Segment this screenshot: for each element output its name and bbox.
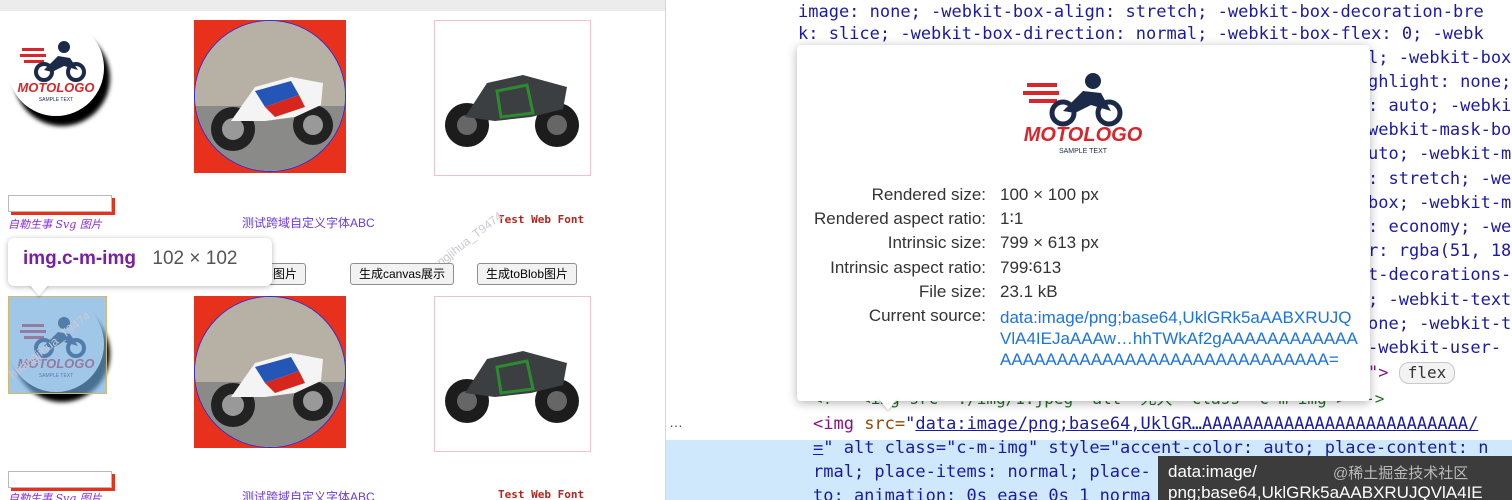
- toblob-image-button[interactable]: 生成toBlob图片: [477, 263, 578, 285]
- flex-badge[interactable]: flex: [1398, 362, 1456, 384]
- css-fragment-5: uto; -webkit-m: [1368, 144, 1512, 164]
- img-node-line-4: to; animation: 0s ease 0s 1 norma: [813, 486, 1151, 500]
- current-source-link[interactable]: data:image/png;base64,UklGRk5aAABXRUJQVl…: [1000, 307, 1360, 370]
- css-fragment-6: : stretch; -we: [1368, 169, 1512, 189]
- bike-red-image-2: [194, 296, 346, 448]
- inspector-tooltip: img.c-m-img 102 × 102: [8, 238, 272, 286]
- css-fragment-8: : economy; -we: [1368, 217, 1512, 237]
- tooltip-arrow: [29, 284, 49, 296]
- img-node-line-3: rmal; place-items: normal; place-: [813, 462, 1151, 482]
- site-watermark: @稀土掘金技术社区: [1333, 465, 1469, 482]
- page-top-bar: [0, 0, 665, 11]
- node-ellipsis-button[interactable]: …: [669, 414, 683, 430]
- img-node-line-1[interactable]: <img src="data:image/png;base64,UklGR…AA…: [813, 412, 1478, 436]
- svg-text-box: [8, 195, 112, 212]
- moto-logo-image: MOTOLOGO SAMPLE TEXT: [8, 20, 104, 116]
- signature-text: 自勒生事 Svg 图片: [8, 218, 102, 231]
- moto-logo-preview-icon: MOTOLOGO SAMPLE TEXT: [1023, 73, 1143, 155]
- img-src-link[interactable]: data:image/png;base64,UklGR…AAAAAAAAAAAA…: [915, 414, 1478, 434]
- sport-bike-icon: [195, 297, 345, 447]
- css-fragment-4: webkit-mask-bo: [1368, 120, 1512, 140]
- svg-text-box-2: [8, 471, 112, 488]
- page-preview: MOTOLOGO SAMPLE TEXT 自勒生事 Svg 图片 测试跨域自定义…: [0, 0, 665, 500]
- source-tooltip-line-2: png;base64,UklGRk5aAABXRUJQVlA4IE: [1168, 483, 1483, 500]
- css-fragment-9: r: rgba(51, 18: [1368, 241, 1512, 261]
- css-fragment-2: ghlight: none;: [1368, 72, 1512, 92]
- bike-black-image: [434, 20, 591, 176]
- svg-text:SAMPLE TEXT: SAMPLE TEXT: [39, 97, 73, 103]
- css-style-line-1: image: none; -webkit-box-align: stretch;…: [798, 2, 1484, 22]
- web-font-text: Test Web Font: [498, 213, 585, 226]
- css-fragment-10: t-decorations-: [1368, 265, 1512, 285]
- custom-font-caption: 测试跨域自定义字体ABC: [242, 216, 375, 230]
- css-fragment-13: -webkit-user-: [1368, 338, 1502, 358]
- css-fragment-12: one; -webkit-t: [1368, 314, 1512, 334]
- tag-close-line: "> flex: [1368, 361, 1456, 385]
- css-style-line-2: k: slice; -webkit-box-direction: normal;…: [798, 24, 1484, 44]
- naked-bike-icon: [445, 351, 579, 423]
- svg-text:SAMPLE TEXT: SAMPLE TEXT: [1059, 148, 1108, 155]
- sport-bike-icon: [195, 21, 345, 171]
- image-preview-popup: MOTOLOGO SAMPLE TEXT Rendered size: 100 ×…: [797, 45, 1370, 401]
- signature-text-2: 自勒生事 Svg 图片: [8, 492, 102, 500]
- bike-red-image: [194, 20, 346, 173]
- canvas-display-button[interactable]: 生成canvas展示: [350, 263, 455, 285]
- custom-font-caption-2: 测试跨域自定义字体ABC: [242, 490, 375, 500]
- bike-black-image-2: [434, 296, 591, 452]
- svg-text:MOTOLOGO: MOTOLOGO: [1024, 124, 1143, 146]
- tooltip-dimensions: 102 × 102: [152, 248, 238, 269]
- css-fragment-7: box; -webkit-m: [1368, 193, 1512, 213]
- naked-bike-icon: [445, 75, 579, 147]
- svg-text:MOTOLOGO: MOTOLOGO: [17, 80, 94, 95]
- css-fragment-11: ; -webkit-text: [1368, 290, 1512, 310]
- moto-logo-icon: MOTOLOGO SAMPLE TEXT: [17, 41, 95, 103]
- tooltip-selector: img.c-m-img: [23, 248, 136, 269]
- css-fragment-1: l; -webkit-box: [1368, 48, 1512, 68]
- popup-arrow: [878, 398, 898, 410]
- web-font-text-2: Test Web Font: [498, 488, 585, 500]
- css-fragment-3: : auto; -webki: [1368, 96, 1512, 116]
